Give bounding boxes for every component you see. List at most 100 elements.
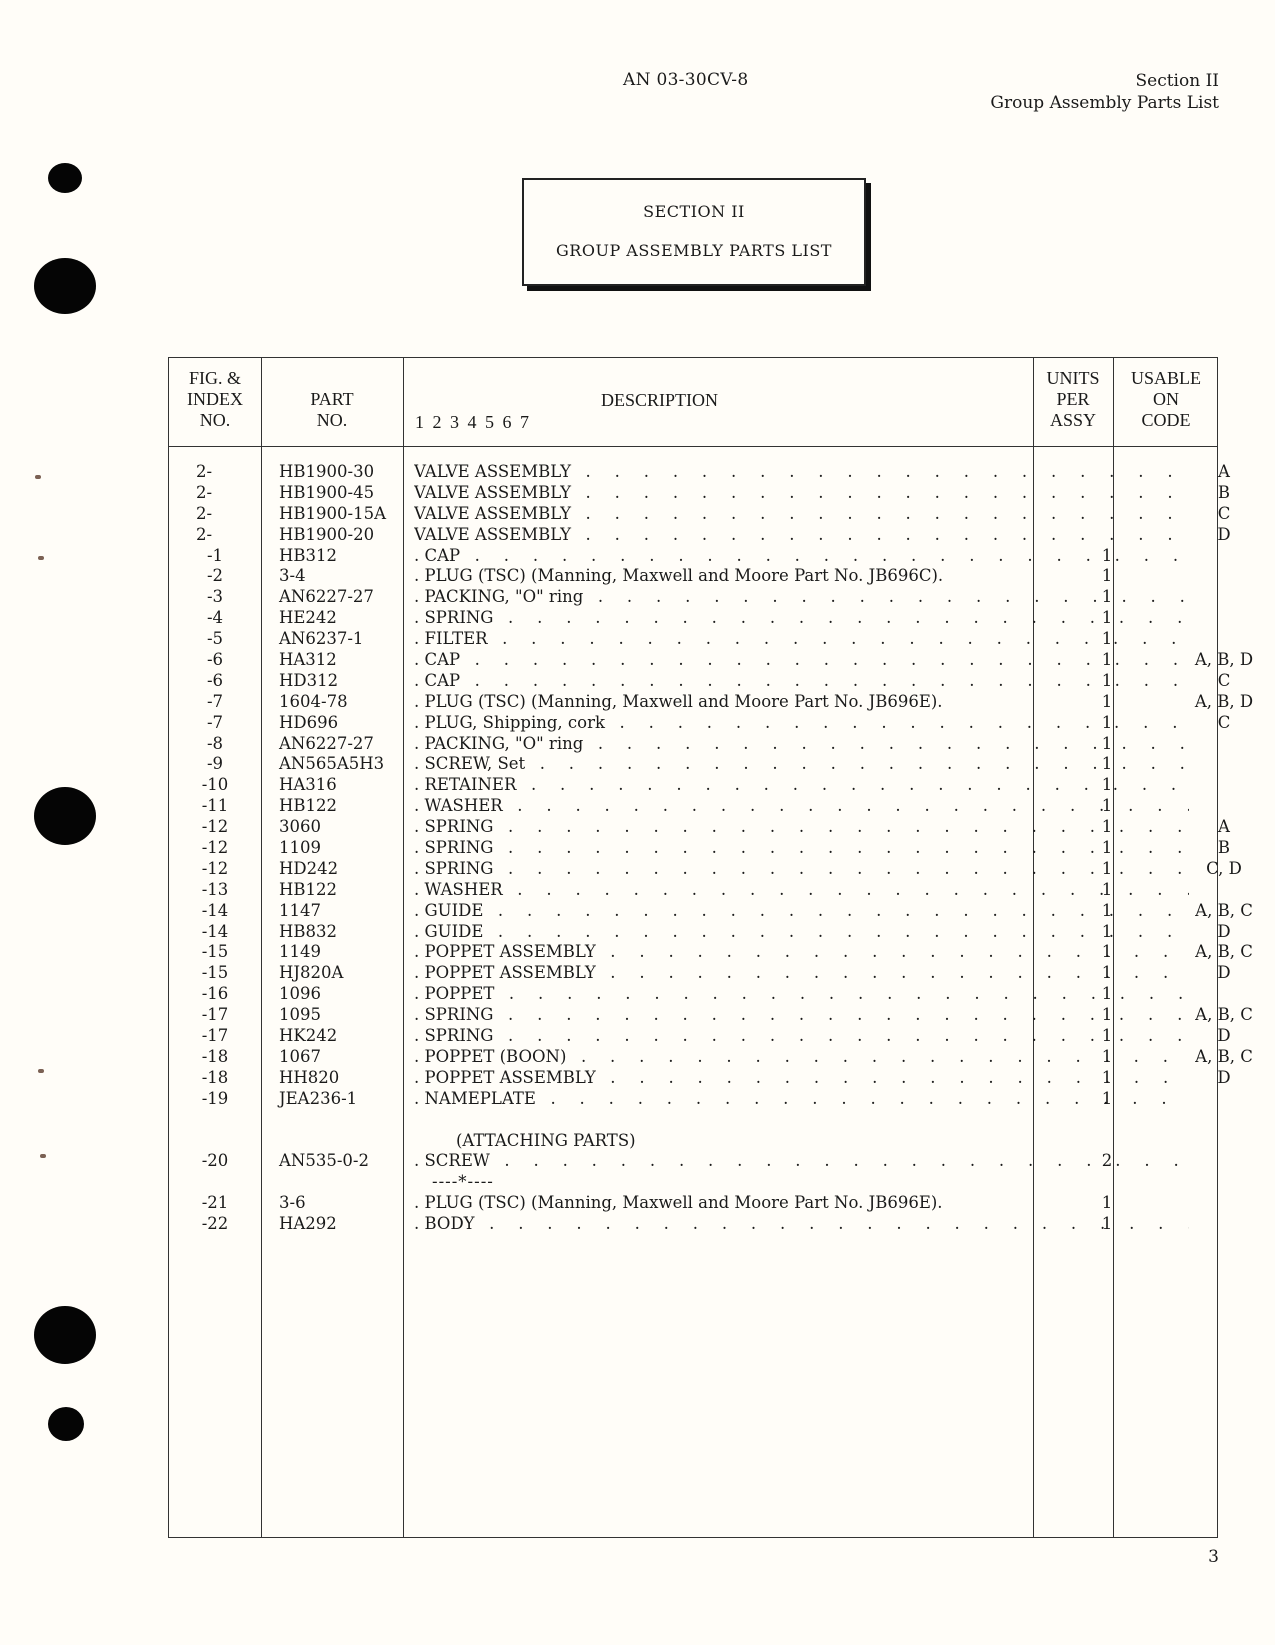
part-number: AN565A5H3 <box>279 754 385 774</box>
description-text: . PLUG (TSC) (Manning, Maxwell and Moore… <box>414 566 944 586</box>
description-text: . SCREW, Set <box>414 754 526 774</box>
table-row: -17 HK242. SPRING . . . . . . . . . . . .… <box>169 1026 1231 1047</box>
part-number: HD696 <box>279 712 339 732</box>
part-number: HB122 <box>279 796 338 816</box>
col-header-units: UNITS PER ASSY <box>1046 368 1100 430</box>
usable-on-code: A, B, C <box>1195 1005 1253 1025</box>
index-number: -6 <box>206 670 224 690</box>
part-number: HB1900-30 <box>279 462 375 481</box>
units-per-assy: 1 <box>1101 545 1113 565</box>
index-number: -4 <box>206 608 224 628</box>
description-text: . WASHER <box>414 879 503 899</box>
part-number: AN6237-1 <box>279 629 364 649</box>
paper-speck <box>40 1154 46 1158</box>
description-text: . NAMEPLATE <box>414 1088 536 1108</box>
paper-speck <box>38 556 44 560</box>
binder-hole <box>34 258 96 314</box>
units-per-assy: 1 <box>1101 1005 1113 1025</box>
part-number: HB832 <box>279 921 338 941</box>
description-text: . SPRING <box>414 1026 494 1046</box>
col-header-usable-code: USABLE ON CODE <box>1130 368 1201 430</box>
units-per-assy: 1 <box>1101 608 1113 628</box>
part-number: AN535-0-2 <box>279 1151 369 1171</box>
table-row: 2- HB1900-30 VALVE ASSEMBLY . . . . . . . … <box>169 462 1230 483</box>
index-number: 2- <box>196 462 213 481</box>
description-text: . POPPET (BOON) <box>414 1046 567 1066</box>
usable-on-code: B <box>1217 482 1231 502</box>
spacer-row <box>169 1110 1217 1131</box>
separator-row: ----*---- <box>169 1172 1217 1193</box>
part-number: 1147 <box>279 900 321 920</box>
usable-on-code: C, D <box>1206 858 1242 878</box>
units-per-assy: 1 <box>1101 1193 1113 1213</box>
table-row: 2- HB1900-20 VALVE ASSEMBLY . . . . . . . … <box>169 524 1231 546</box>
usable-on-code: C <box>1217 712 1231 732</box>
leader-dots: . . . . . . . . . . . . . . . . . . . . … <box>585 503 1189 523</box>
units-per-assy: 1 <box>1101 629 1113 649</box>
description-text: . FILTER <box>414 629 488 649</box>
index-number: -7 <box>206 691 224 711</box>
description-text: . PLUG, Shipping, cork <box>414 712 605 732</box>
part-number: 1109 <box>279 838 321 858</box>
units-per-assy: 1 <box>1101 670 1113 690</box>
col-header-indent-levels: 1 2 3 4 5 6 7 <box>415 412 529 432</box>
units-per-assy: 1 <box>1101 838 1113 858</box>
section-title-box: SECTION II GROUP ASSEMBLY PARTS LIST <box>522 178 866 286</box>
description-text: VALVE ASSEMBLY <box>414 482 572 502</box>
table-row: -16 1096. POPPET . . . . . . . . . . . . … <box>169 984 1217 1005</box>
description-text: . SPRING <box>414 1005 494 1025</box>
part-number: HB1900-45 <box>279 482 375 502</box>
index-number: -20 <box>201 1151 229 1171</box>
index-number: -6 <box>206 650 224 670</box>
table-row: -21 3-6 . PLUG (TSC) (Manning, Maxwell and… <box>169 1193 1217 1214</box>
index-number: 2- <box>196 482 213 502</box>
table-row: -5 AN6237-1. FILTER . . . . . . . . . . .… <box>169 629 1217 650</box>
units-per-assy: 1 <box>1101 1046 1113 1066</box>
description-text: . POPPET ASSEMBLY <box>414 942 596 962</box>
part-number: 1095 <box>279 1005 321 1025</box>
index-number: -14 <box>201 921 229 941</box>
part-number: HE242 <box>279 608 337 628</box>
index-number: -11 <box>201 796 229 816</box>
usable-on-code: D <box>1217 921 1231 941</box>
description-text: VALVE ASSEMBLY <box>414 524 572 544</box>
units-per-assy: 1 <box>1101 1088 1113 1108</box>
index-number: 2- <box>196 503 213 523</box>
usable-on-code: A, B, C <box>1195 900 1253 920</box>
description-text: . SPRING <box>414 858 494 878</box>
index-number: -13 <box>201 879 229 899</box>
description-text: . BODY <box>414 1214 475 1234</box>
subheading-text: (ATTACHING PARTS) <box>456 1130 636 1150</box>
table-row: -15 1149. POPPET ASSEMBLY . . . . . . . .… <box>169 942 1253 963</box>
part-number: 3-6 <box>279 1193 306 1213</box>
description-text: . SPRING <box>414 817 494 837</box>
index-number: -15 <box>201 963 229 983</box>
description-text: . CAP <box>414 650 461 670</box>
part-number: 1067 <box>279 1046 321 1066</box>
paper-speck <box>35 475 41 479</box>
index-number: -18 <box>201 1067 229 1087</box>
units-per-assy: 1 <box>1101 858 1113 878</box>
index-number: -14 <box>201 900 229 920</box>
units-per-assy: 1 <box>1101 984 1113 1004</box>
units-per-assy: 1 <box>1101 796 1113 816</box>
index-number: -19 <box>201 1088 229 1108</box>
description-text: . WASHER <box>414 796 503 816</box>
table-row: -11 HB122. WASHER . . . . . . . . . . . .… <box>169 796 1217 817</box>
part-number: HD312 <box>279 670 339 690</box>
description-text: . PACKING, "O" ring <box>414 587 584 607</box>
index-number: -12 <box>201 838 229 858</box>
usable-on-code: A, B, D <box>1194 650 1254 670</box>
description-text: . GUIDE <box>414 900 484 920</box>
description-text: VALVE ASSEMBLY <box>414 462 572 481</box>
table-row: -18 1067. POPPET (BOON) . . . . . . . . .… <box>169 1046 1253 1068</box>
table-row: -19 JEA236-1. NAMEPLATE . . . . . . . . .… <box>169 1089 1217 1110</box>
description: VALVE ASSEMBLY . . . . . . . . . . . . .… <box>414 462 1189 483</box>
table-row: -4 HE242. SPRING . . . . . . . . . . . . … <box>169 608 1217 629</box>
description-text: . PLUG (TSC) (Manning, Maxwell and Moore… <box>414 1193 943 1213</box>
table-row: -10 HA316. RETAINER . . . . . . . . . . .… <box>169 775 1217 796</box>
usable-on-code: A, B, D <box>1194 691 1254 711</box>
page-number: 3 <box>1208 1547 1219 1567</box>
index-number: -22 <box>201 1214 229 1234</box>
table-row: 2- HB1900-15A VALVE ASSEMBLY . . . . . . .… <box>169 503 1230 525</box>
